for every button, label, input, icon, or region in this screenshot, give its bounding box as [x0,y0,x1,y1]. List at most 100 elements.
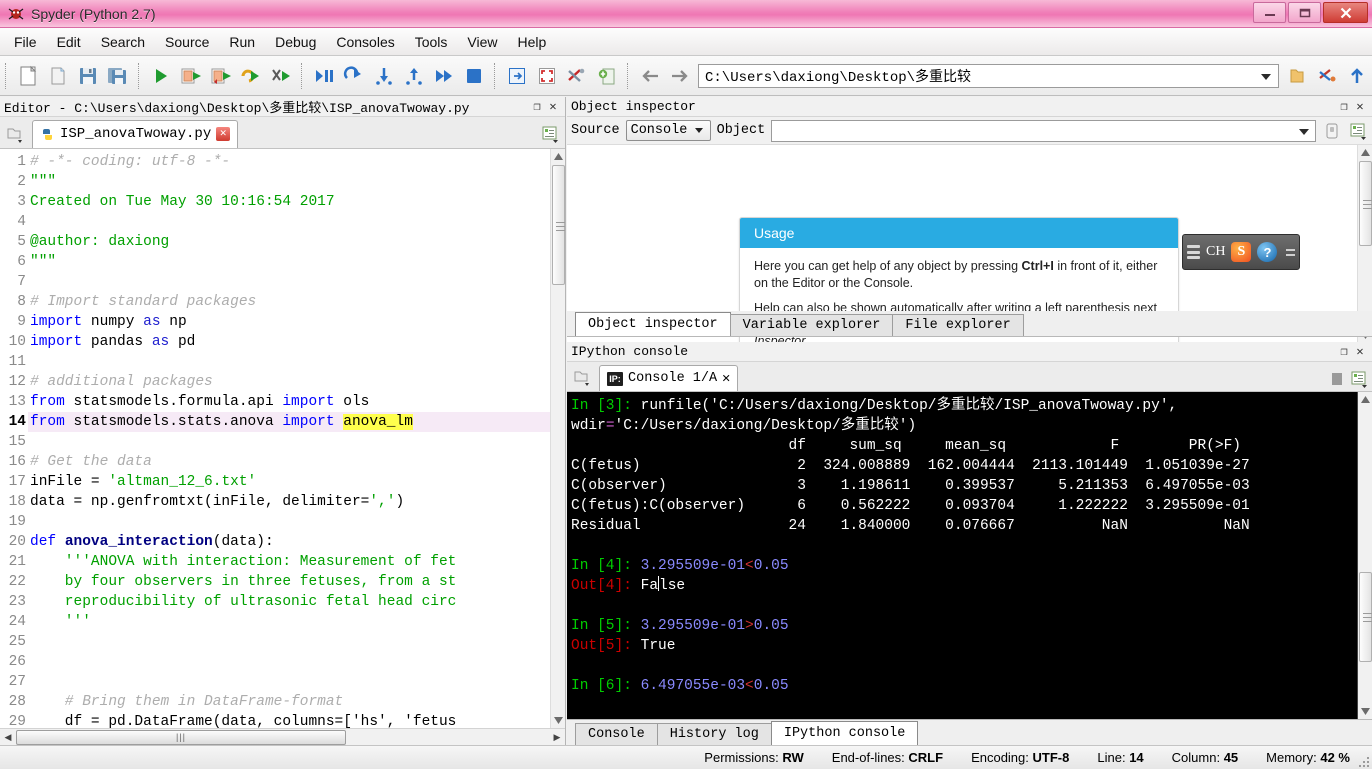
menu-search[interactable]: Search [91,31,155,53]
tab-history-log[interactable]: History log [656,723,772,745]
run-cell-advance-icon[interactable] [206,61,236,91]
code-line[interactable]: """ [28,172,565,192]
code-line[interactable] [28,432,565,452]
editor-scroll-left-icon[interactable]: ◀ [0,732,16,743]
source-select[interactable]: Console [625,120,711,141]
editor-scroll-right-icon[interactable]: ▶ [549,732,565,743]
editor-tab-close-icon[interactable]: ✕ [216,127,231,142]
editor-scroll-down-icon[interactable] [551,713,565,729]
object-inspector-close-icon[interactable]: ✕ [1352,99,1368,114]
debug-file-icon[interactable] [309,61,339,91]
code-line[interactable]: # Bring them in DataFrame-format [28,692,565,712]
code-line[interactable]: # additional packages [28,372,565,392]
editor-scroll-up-icon[interactable] [551,148,565,164]
ime-language-bar[interactable]: CH S ? [1182,234,1300,270]
ipython-tab-console-1a[interactable]: IP: Console 1/A ✕ [599,365,739,391]
code-line[interactable]: inFile = 'altman_12_6.txt' [28,472,565,492]
debug-step-over-icon[interactable] [429,61,459,91]
run-file-icon[interactable] [146,61,176,91]
code-line[interactable]: def anova_interaction(data): [28,532,565,552]
editor-hscroll-track[interactable]: ||| [16,729,549,745]
ipython-console-output[interactable]: In [3]: runfile('C:/Users/daxiong/Deskto… [567,392,1372,719]
tab-ipython-console[interactable]: IPython console [770,721,919,745]
menu-view[interactable]: View [457,31,507,53]
close-button[interactable] [1323,2,1368,23]
menu-file[interactable]: File [4,31,47,53]
console-vertical-scrollbar[interactable] [1357,392,1372,719]
editor-code-text[interactable]: # -*- coding: utf-8 -*- """ Created on Tue… [28,149,565,728]
resize-grip-icon[interactable] [1355,753,1369,767]
open-file-icon[interactable] [43,61,73,91]
maximize-button[interactable] [1288,2,1321,23]
code-line[interactable]: @author: daxiong [28,232,565,252]
back-icon[interactable] [635,61,665,91]
python-path-icon[interactable] [1312,61,1342,91]
ime-help-icon[interactable]: ? [1257,242,1278,262]
object-input[interactable] [771,119,1316,142]
code-line[interactable] [28,352,565,372]
ipython-tab-close-icon[interactable]: ✕ [722,370,730,387]
ime-language-label[interactable]: CH [1206,244,1225,260]
code-line[interactable] [28,672,565,692]
menu-debug[interactable]: Debug [265,31,326,53]
debug-stop-icon[interactable] [459,61,489,91]
console-options-icon[interactable] [1350,370,1368,388]
tab-object-inspector[interactable]: Object inspector [575,312,731,336]
save-file-icon[interactable] [73,61,103,91]
editor-code-area[interactable]: 1 2 3 4 5 6 7 8 9 10 11 12 13 14 15 16 17 18 19 20 21 22 23 24 2… [0,148,565,729]
oi-scroll-up-icon[interactable] [1358,145,1372,160]
code-line[interactable]: by four observers in three fetuses, from… [28,572,565,592]
menu-tools[interactable]: Tools [405,31,458,53]
run-cell-icon[interactable] [176,61,206,91]
code-line[interactable] [28,652,565,672]
editor-browse-tabs-icon[interactable] [2,120,28,148]
preferences-icon[interactable] [562,61,592,91]
code-line[interactable]: # Get the data [28,452,565,472]
console-scroll-down-icon[interactable] [1358,704,1372,719]
code-line[interactable]: import numpy as np [28,312,565,332]
editor-undock-icon[interactable]: ❐ [529,99,545,114]
editor-vertical-scrollbar[interactable] [550,148,565,729]
code-line[interactable]: reproducibility of ultrasonic fetal head… [28,592,565,612]
options-menu-icon[interactable] [1348,120,1368,142]
editor-scrollbar-thumb[interactable] [552,164,565,285]
chevron-down-icon[interactable] [1261,73,1271,80]
menu-run[interactable]: Run [219,31,265,53]
code-line[interactable]: from statsmodels.formula.api import ols [28,392,565,412]
interrupt-kernel-icon[interactable] [1330,371,1344,387]
code-line[interactable]: """ [28,252,565,272]
console-scroll-up-icon[interactable] [1358,392,1372,407]
parent-directory-icon[interactable] [1342,61,1372,91]
sogou-pinyin-icon[interactable]: S [1231,242,1252,262]
code-line[interactable]: # Import standard packages [28,292,565,312]
editor-hscroll-thumb[interactable]: ||| [16,729,346,745]
code-line[interactable]: '''ANOVA with interaction: Measurement o… [28,552,565,572]
code-line[interactable] [28,212,565,232]
drag-grip-icon[interactable] [1187,244,1200,260]
editor-close-icon[interactable]: ✕ [545,99,561,114]
console-scrollbar-thumb[interactable] [1359,572,1372,662]
editor-horizontal-scrollbar[interactable]: ◀ ||| ▶ [0,728,565,745]
fullscreen-icon[interactable] [532,61,562,91]
debug-step-into-icon[interactable] [369,61,399,91]
pythonpath-manager-icon[interactable] [592,61,622,91]
code-line[interactable]: # -*- coding: utf-8 -*- [28,152,565,172]
code-line[interactable]: from statsmodels.stats.anova import anov… [28,411,565,432]
menu-source[interactable]: Source [155,31,219,53]
debug-step-return-icon[interactable] [399,61,429,91]
editor-tab-isp-anovatwoway[interactable]: ISP_anovaTwoway.py ✕ [32,119,239,148]
code-line[interactable]: data = np.genfromtxt(inFile, delimiter='… [28,492,565,512]
ipython-undock-icon[interactable]: ❐ [1336,344,1352,359]
chevron-down-icon[interactable] [1299,128,1309,135]
tab-file-explorer[interactable]: File explorer [892,314,1024,336]
code-line[interactable] [28,512,565,532]
new-file-icon[interactable] [13,61,43,91]
code-line[interactable] [28,272,565,292]
menu-help[interactable]: Help [508,31,557,53]
object-inspector-undock-icon[interactable]: ❐ [1336,99,1352,114]
editor-tab-options-icon[interactable] [539,123,561,145]
code-line[interactable]: df = pd.DataFrame(data, columns=['hs', '… [28,712,565,728]
lock-icon[interactable] [1322,120,1342,142]
maximize-pane-icon[interactable] [502,61,532,91]
ipython-close-icon[interactable]: ✕ [1352,344,1368,359]
